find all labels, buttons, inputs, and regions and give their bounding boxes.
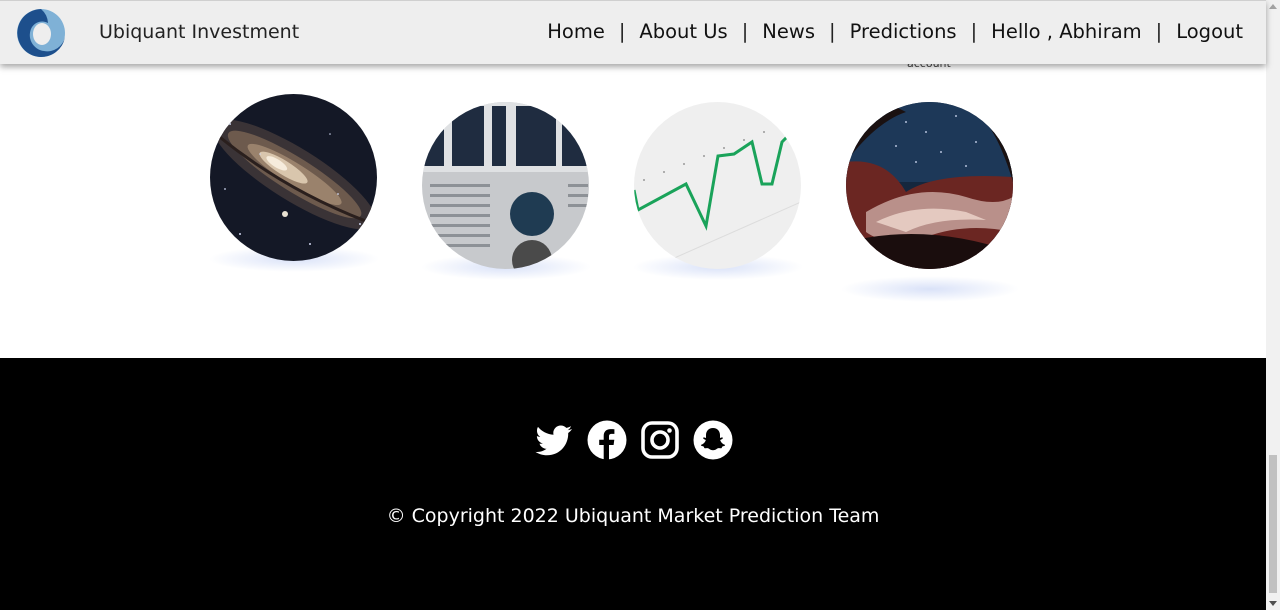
facebook-icon[interactable]: [587, 420, 627, 460]
nav-separator: |: [1155, 20, 1163, 43]
card-shadow: [840, 276, 1020, 302]
night-sky-canyon-image[interactable]: [846, 102, 1013, 269]
footer: © Copyright 2022 Ubiquant Market Predict…: [0, 358, 1266, 610]
scroll-up-arrow-icon[interactable]: [1269, 4, 1277, 9]
nav-logout[interactable]: Logout: [1176, 20, 1243, 43]
ubiquant-logo-icon[interactable]: [14, 7, 68, 59]
nav-separator: |: [741, 20, 749, 43]
nav-predictions[interactable]: Predictions: [850, 20, 957, 43]
instagram-icon[interactable]: [640, 420, 680, 460]
nav-home[interactable]: Home: [547, 20, 605, 43]
vertical-scrollbar[interactable]: [1266, 0, 1280, 610]
scroll-down-arrow-icon[interactable]: [1269, 601, 1277, 606]
brand-name[interactable]: Ubiquant Investment: [99, 21, 299, 43]
galaxy-image[interactable]: [210, 94, 377, 261]
navbar: Ubiquant Investment Home | About Us | Ne…: [0, 0, 1266, 64]
scrollbar-thumb[interactable]: [1269, 455, 1277, 593]
nav-user-greeting[interactable]: Hello , Abhiram: [991, 20, 1141, 43]
nav-separator: |: [828, 20, 836, 43]
social-links: [0, 420, 1266, 460]
nav-separator: |: [970, 20, 978, 43]
main-nav: Home | About Us | News | Predictions | H…: [547, 20, 1243, 43]
copyright-text: © Copyright 2022 Ubiquant Market Predict…: [386, 505, 880, 527]
nav-news[interactable]: News: [762, 20, 815, 43]
line-chart-image[interactable]: [634, 102, 801, 269]
snapchat-icon[interactable]: [693, 420, 733, 460]
nav-about-us[interactable]: About Us: [639, 20, 727, 43]
nav-separator: |: [618, 20, 626, 43]
twitter-icon[interactable]: [534, 420, 574, 460]
newspaper-image[interactable]: [422, 102, 589, 269]
